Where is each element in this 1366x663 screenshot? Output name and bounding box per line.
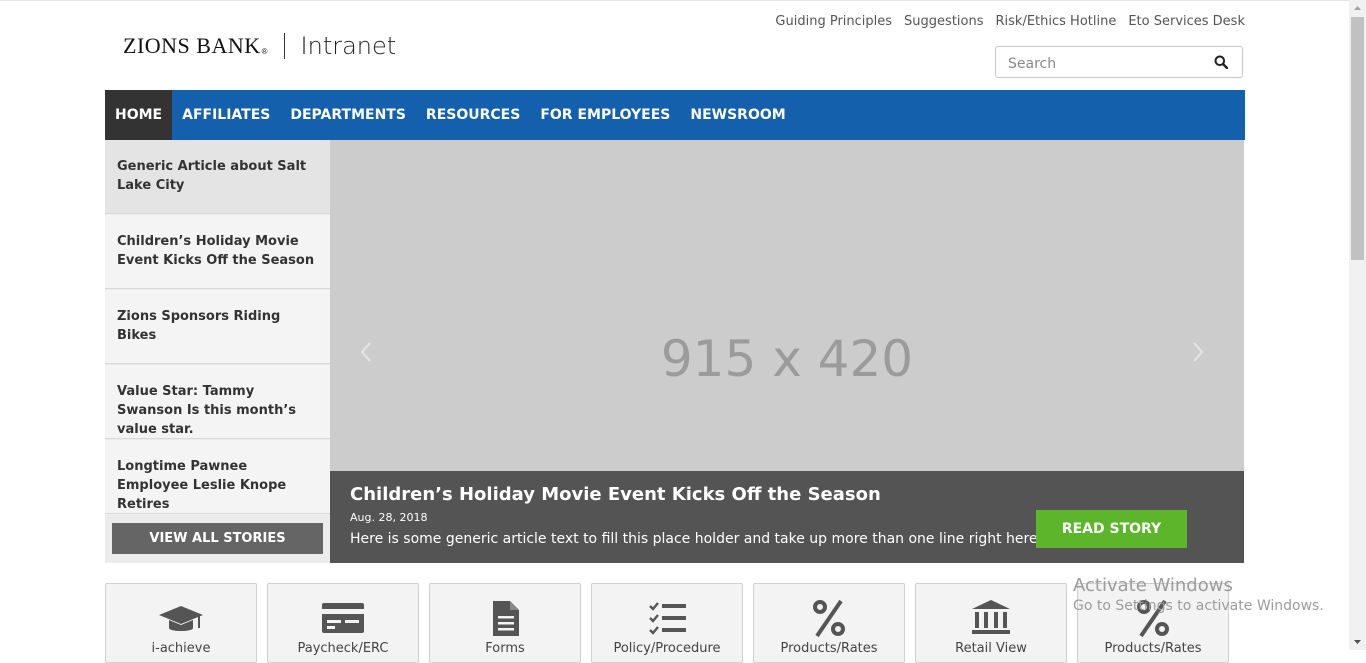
search-input[interactable] (1006, 53, 1200, 75)
story-title: Longtime Pawnee Employee Leslie Knope Re… (117, 459, 287, 512)
story-list: Generic Article about Salt Lake City Chi… (105, 140, 345, 563)
scroll-up-arrow-icon[interactable] (1349, 0, 1366, 17)
view-all-stories-button[interactable]: VIEW ALL STORIES (112, 523, 323, 554)
quick-link-tile[interactable]: Forms (429, 583, 581, 663)
story-item[interactable]: Zions Sponsors Riding Bikes (105, 290, 330, 364)
site-name: Intranet (300, 32, 397, 60)
main-nav: HOME AFFILIATES DEPARTMENTS RESOURCES FO… (105, 90, 1245, 140)
story-title: Zions Sponsors Riding Bikes (117, 309, 281, 343)
tile-label: Retail View (955, 641, 1027, 656)
percent-icon (813, 599, 845, 638)
watermark-title: Activate Windows (1073, 575, 1233, 596)
search-icon[interactable] (1214, 55, 1228, 69)
link-suggestions[interactable]: Suggestions (904, 14, 983, 29)
logo-divider (283, 33, 285, 59)
chevron-left-icon[interactable] (358, 340, 374, 364)
nav-resources[interactable]: RESOURCES (416, 90, 530, 140)
caption-date: Aug. 28, 2018 (350, 511, 428, 524)
tile-label: Paycheck/ERC (297, 641, 389, 656)
tile-label: Products/Rates (1104, 641, 1202, 656)
link-guiding-principles[interactable]: Guiding Principles (775, 14, 892, 29)
story-item[interactable]: Children’s Holiday Movie Event Kicks Off… (105, 215, 330, 289)
nav-departments[interactable]: DEPARTMENTS (280, 90, 416, 140)
bank-icon (972, 600, 1010, 634)
tile-label: Products/Rates (780, 641, 878, 656)
caption-title[interactable]: Children’s Holiday Movie Event Kicks Off… (350, 484, 881, 505)
read-story-button[interactable]: READ STORY (1036, 510, 1187, 548)
activate-windows-watermark: Activate Windows Go to Settings to activ… (1073, 575, 1324, 614)
quick-link-tile[interactable]: i-achieve (105, 583, 257, 663)
registered-mark: ® (261, 47, 268, 56)
story-item-active[interactable]: Generic Article about Salt Lake City (105, 140, 345, 214)
watermark-subtitle: Go to Settings to activate Windows. (1073, 598, 1324, 614)
hero-carousel: 915 x 420 (330, 140, 1244, 471)
graduation-cap-icon (159, 606, 203, 631)
tile-label: Policy/Procedure (613, 641, 721, 656)
story-item[interactable]: Longtime Pawnee Employee Leslie Knope Re… (105, 440, 330, 514)
scroll-down-arrow-icon[interactable] (1349, 633, 1366, 650)
top-border (0, 0, 1366, 1)
carousel-caption: Children’s Holiday Movie Event Kicks Off… (330, 471, 1244, 563)
tile-label: i-achieve (151, 641, 211, 656)
tile-label: Forms (485, 641, 525, 656)
story-title: Children’s Holiday Movie Event Kicks Off… (117, 234, 315, 268)
nav-home[interactable]: HOME (105, 90, 173, 140)
nav-for-employees[interactable]: FOR EMPLOYEES (530, 90, 680, 140)
quick-link-tile[interactable]: Policy/Procedure (591, 583, 743, 663)
link-risk-ethics-hotline[interactable]: Risk/Ethics Hotline (996, 14, 1117, 29)
story-item[interactable]: Value Star: Tammy Swanson Is this month’… (105, 365, 330, 439)
quick-link-tile[interactable]: Retail View (915, 583, 1067, 663)
story-title: Value Star: Tammy Swanson Is this month’… (117, 384, 297, 437)
quick-link-tile[interactable]: Paycheck/ERC (267, 583, 419, 663)
scrollbar-thumb[interactable] (1351, 17, 1364, 260)
search-box (995, 46, 1243, 78)
nav-affiliates[interactable]: AFFILIATES (172, 90, 280, 140)
link-eto-services-desk[interactable]: Eto Services Desk (1128, 14, 1245, 29)
nav-newsroom[interactable]: NEWSROOM (680, 90, 795, 140)
checklist-icon (649, 602, 686, 635)
brand-name: ZIONS BANK (123, 33, 261, 58)
chevron-right-icon[interactable] (1190, 340, 1206, 364)
utility-links: Guiding Principles Suggestions Risk/Ethi… (775, 14, 1245, 29)
document-icon (493, 601, 519, 636)
vertical-scrollbar[interactable] (1349, 0, 1366, 650)
caption-text: Here is some generic article text to fil… (350, 531, 1043, 547)
story-title: Generic Article about Salt Lake City (117, 159, 307, 193)
site-logo[interactable]: ZIONS BANK ® Intranet (123, 32, 396, 60)
quick-link-tile[interactable]: Products/Rates (753, 583, 905, 663)
image-placeholder-text: 915 x 420 (660, 330, 914, 388)
credit-card-icon (322, 603, 364, 633)
